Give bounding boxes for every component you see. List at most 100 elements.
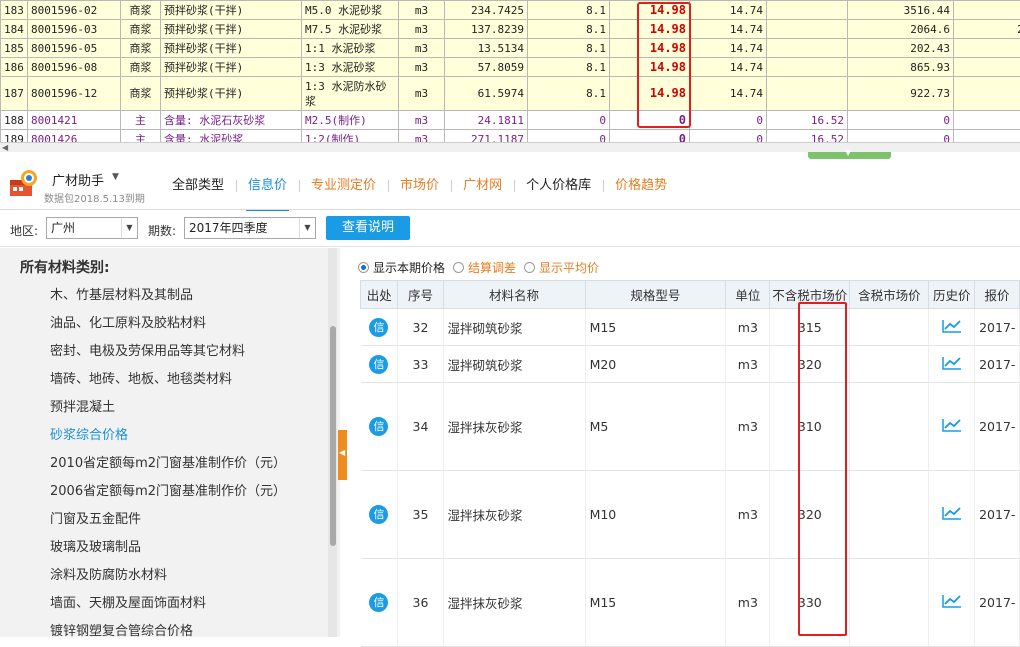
sheet-cell-code[interactable]: 8001426: [28, 130, 121, 143]
sheet-cell-v2[interactable]: 0: [690, 130, 767, 143]
price-row[interactable]: 信36湿拌抹灰砂浆M15m33302017-: [361, 559, 1020, 647]
sheet-cell-v1[interactable]: 8.1: [528, 39, 610, 58]
sheet-cell-v1[interactable]: 8.1: [528, 58, 610, 77]
horizontal-scrollbar[interactable]: ◀: [0, 142, 1020, 152]
category-item[interactable]: 预拌混凝土: [0, 394, 328, 422]
sheet-row[interactable]: 1838001596-02商浆预拌砂浆(干拌)M5.0 水泥砂浆m3234.74…: [1, 1, 1020, 20]
sheet-cell-code[interactable]: 8001596-08: [28, 58, 121, 77]
tax-price-cell[interactable]: [850, 471, 929, 559]
sheet-cell-spec[interactable]: 1:2(制作): [302, 130, 399, 143]
sheet-cell-no[interactable]: 185: [1, 39, 28, 58]
sheet-cell-v3[interactable]: 16.52: [767, 130, 848, 143]
sheet-row[interactable]: 1848001596-03商浆预拌砂浆(干拌)M7.5 水泥砂浆m3137.82…: [1, 20, 1020, 39]
category-item[interactable]: 密封、电极及劳保用品等其它材料: [0, 338, 328, 366]
sheet-cell-unit[interactable]: m3: [399, 39, 445, 58]
sheet-cell-v2[interactable]: 0: [690, 111, 767, 130]
nav-tab-5[interactable]: 个人价格库: [514, 174, 603, 204]
sheet-cell-code[interactable]: 8001596-12: [28, 77, 121, 111]
sheet-cell-v4[interactable]: 202.43: [848, 39, 954, 58]
region-select[interactable]: 广州 ▼: [46, 217, 138, 239]
sheet-cell-name[interactable]: 预拌砂浆(干拌): [161, 1, 302, 20]
sheet-cell-spec[interactable]: 1:3 水泥防水砂浆: [302, 77, 399, 111]
sheet-cell-unit[interactable]: m3: [399, 1, 445, 20]
display-option-radio[interactable]: 显示本期价格: [358, 259, 445, 276]
sheet-cell-unit[interactable]: m3: [399, 58, 445, 77]
sheet-cell-v4[interactable]: 0: [848, 111, 954, 130]
sheet-row[interactable]: 1888001421主含量: 水泥石灰砂浆M2.5(制作)m324.181100…: [1, 111, 1020, 130]
nav-tab-0[interactable]: 全部类型: [160, 174, 236, 204]
sheet-cell-spec[interactable]: M5.0 水泥砂浆: [302, 1, 399, 20]
sheet-cell-v1[interactable]: 0: [528, 111, 610, 130]
category-scrollbar-thumb[interactable]: [330, 326, 336, 546]
sheet-cell-qty[interactable]: 137.8239: [445, 20, 528, 39]
sheet-row[interactable]: 1868001596-08商浆预拌砂浆(干拌)1:3 水泥砂浆m357.8059…: [1, 58, 1020, 77]
scroll-left-icon[interactable]: ◀: [2, 143, 8, 152]
sheet-row[interactable]: 1898001426主含量: 水泥砂浆1:2(制作)m3271.11870001…: [1, 130, 1020, 143]
column-header[interactable]: 规格型号: [585, 281, 726, 309]
radio-dot-icon[interactable]: [524, 262, 535, 273]
sheet-cell-code[interactable]: 8001421: [28, 111, 121, 130]
sheet-cell-unit[interactable]: m3: [399, 130, 445, 143]
sheet-cell-code[interactable]: 8001596-05: [28, 39, 121, 58]
sheet-cell-v4[interactable]: 922.73: [848, 77, 954, 111]
sheet-cell-v1[interactable]: 8.1: [528, 77, 610, 111]
nav-tab-3[interactable]: 市场价: [388, 174, 451, 204]
view-explanation-button[interactable]: 查看说明: [326, 216, 410, 240]
sheet-cell-no[interactable]: 187: [1, 77, 28, 111]
sheet-cell-code[interactable]: 8001596-02: [28, 1, 121, 20]
history-trend-icon[interactable]: [942, 418, 962, 432]
sheet-cell-no[interactable]: 186: [1, 58, 28, 77]
sheet-cell-v4[interactable]: 0: [848, 130, 954, 143]
sheet-cell-v5[interactable]: 203: [954, 20, 1020, 39]
history-trend-icon[interactable]: [942, 594, 962, 608]
info-source-badge[interactable]: 信: [369, 318, 388, 337]
sheet-cell-v1[interactable]: 8.1: [528, 20, 610, 39]
price-row[interactable]: 信34湿拌抹灰砂浆M5m33102017-: [361, 383, 1020, 471]
sheet-cell-code[interactable]: 8001596-03: [28, 20, 121, 39]
sheet-cell-spec[interactable]: M2.5(制作): [302, 111, 399, 130]
info-source-badge[interactable]: 信: [369, 417, 388, 436]
sheet-cell-v2[interactable]: 14.74: [690, 77, 767, 111]
collapse-panel-button[interactable]: ◀: [338, 430, 347, 480]
display-option-radio[interactable]: 显示平均价: [524, 259, 599, 276]
sheet-cell-type[interactable]: 主: [121, 130, 161, 143]
category-item[interactable]: 涂料及防腐防水材料: [0, 562, 328, 590]
sheet-cell-unit[interactable]: m3: [399, 111, 445, 130]
column-header[interactable]: 含税市场价: [850, 281, 929, 309]
sheet-cell-type[interactable]: 商浆: [121, 58, 161, 77]
history-trend-icon[interactable]: [942, 356, 962, 370]
sheet-cell-unit[interactable]: m3: [399, 20, 445, 39]
sheet-cell-name[interactable]: 含量: 水泥石灰砂浆: [161, 111, 302, 130]
column-header[interactable]: 出处: [361, 281, 398, 309]
category-item[interactable]: 镀锌钢塑复合管综合价格: [0, 618, 328, 637]
nav-tab-4[interactable]: 广材网: [451, 174, 514, 204]
sheet-cell-v3[interactable]: [767, 1, 848, 20]
nav-tab-6[interactable]: 价格趋势: [603, 174, 679, 204]
nav-tab-2[interactable]: 专业测定价: [299, 174, 388, 204]
sheet-cell-v5[interactable]: 90: [954, 77, 1020, 111]
column-header[interactable]: 历史价: [929, 281, 975, 309]
tax-price-cell[interactable]: [850, 559, 929, 647]
nav-tab-1[interactable]: 信息价: [236, 174, 299, 204]
sheet-cell-v4[interactable]: 2064.6: [848, 20, 954, 39]
sheet-cell-spec[interactable]: 1:3 水泥砂浆: [302, 58, 399, 77]
category-item[interactable]: 砂浆综合价格: [0, 422, 328, 450]
sheet-cell-v3[interactable]: 16.52: [767, 111, 848, 130]
splitter-handle[interactable]: ▼: [808, 152, 891, 159]
sheet-cell-price[interactable]: 0: [610, 130, 690, 143]
sheet-cell-v2[interactable]: 14.74: [690, 58, 767, 77]
sheet-cell-v2[interactable]: 14.74: [690, 1, 767, 20]
column-header[interactable]: 材料名称: [443, 281, 585, 309]
app-title[interactable]: 广材助手: [52, 170, 104, 189]
sheet-cell-v5[interactable]: [954, 130, 1020, 143]
sheet-cell-no[interactable]: 184: [1, 20, 28, 39]
column-header[interactable]: 报价: [975, 281, 1020, 309]
sheet-cell-qty[interactable]: 234.7425: [445, 1, 528, 20]
info-source-badge[interactable]: 信: [369, 593, 388, 612]
sheet-cell-qty[interactable]: 61.5974: [445, 77, 528, 111]
sheet-cell-v5[interactable]: 8: [954, 58, 1020, 77]
sheet-row[interactable]: 1858001596-05商浆预拌砂浆(干拌)1:1 水泥砂浆m313.5134…: [1, 39, 1020, 58]
radio-dot-icon[interactable]: [358, 262, 369, 273]
sheet-cell-unit[interactable]: m3: [399, 77, 445, 111]
radio-dot-icon[interactable]: [453, 262, 464, 273]
